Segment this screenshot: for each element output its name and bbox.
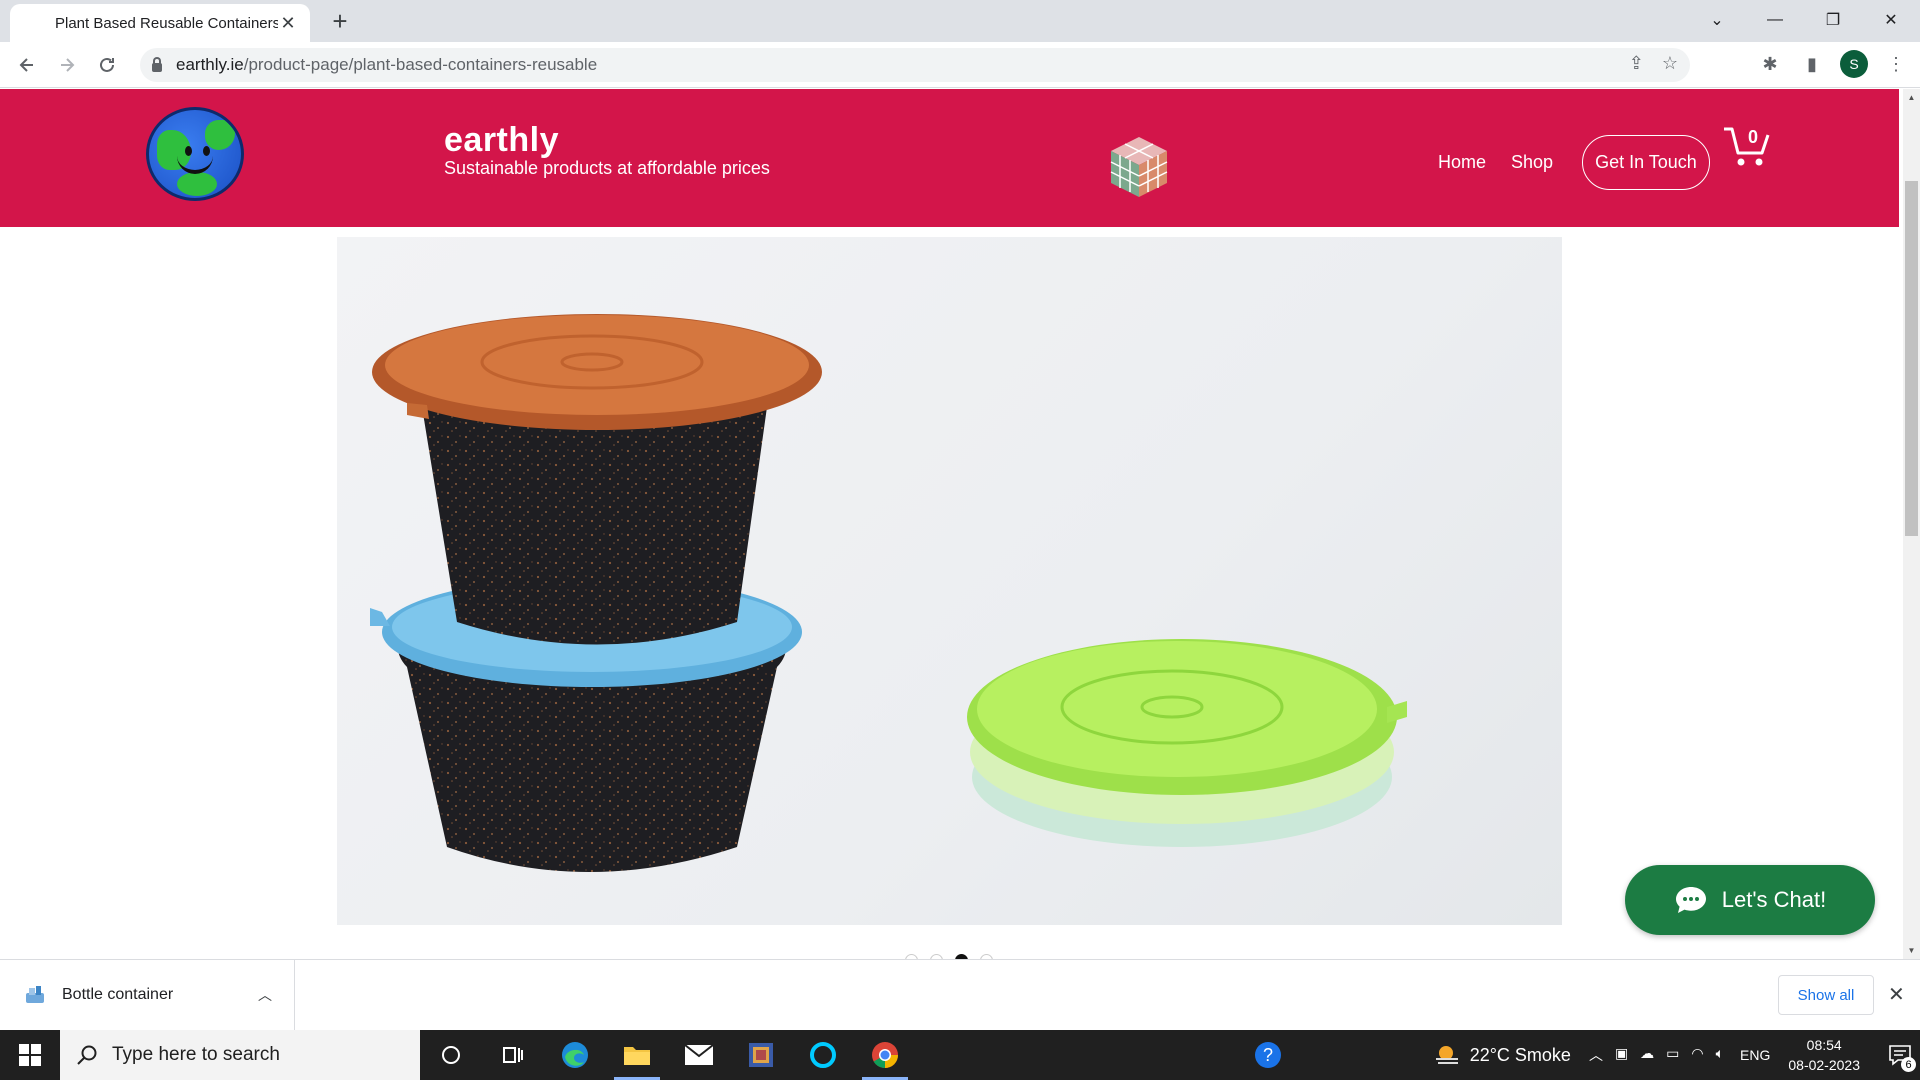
browser-toolbar: earthly.ie/product-page/plant-based-cont… — [0, 42, 1920, 88]
lets-chat-button[interactable]: Let's Chat! — [1625, 865, 1875, 935]
url-domain: earthly.ie — [176, 55, 244, 74]
tab-search-chevron-icon[interactable]: ⌄ — [1688, 0, 1746, 40]
help-icon[interactable]: ? — [1237, 1030, 1299, 1080]
side-panel-icon[interactable]: ▮ — [1798, 50, 1826, 78]
chat-bubble-icon — [1675, 887, 1706, 913]
clock-date: 08-02-2023 — [1788, 1057, 1860, 1073]
edge-icon[interactable] — [544, 1030, 606, 1080]
url-text: earthly.ie/product-page/plant-based-cont… — [176, 55, 597, 75]
earthly-logo[interactable] — [146, 107, 244, 201]
clock-time: 08:54 — [1806, 1037, 1842, 1053]
file-explorer-icon[interactable] — [606, 1030, 668, 1080]
rubiks-cube-icon — [1110, 137, 1168, 197]
brand-block: earthly Sustainable products at affordab… — [444, 121, 770, 179]
cart-button[interactable]: 0 — [1722, 123, 1772, 169]
back-button[interactable] — [12, 50, 42, 80]
task-view-icon[interactable] — [482, 1030, 544, 1080]
site-nav: Home Shop Get In Touch — [1438, 135, 1710, 190]
downloads-bar: Bottle container ︿ Show all ✕ — [0, 959, 1920, 1030]
tab-close-icon[interactable]: ✕ — [278, 13, 298, 34]
clock[interactable]: 08:54 08-02-2023 — [1788, 1035, 1860, 1075]
start-button[interactable] — [0, 1030, 60, 1080]
brand-tagline: Sustainable products at affordable price… — [444, 158, 770, 178]
scroll-up-arrow-icon[interactable]: ▲ — [1903, 89, 1920, 106]
get-in-touch-button[interactable]: Get In Touch — [1582, 135, 1710, 190]
restore-button[interactable]: ❐ — [1804, 0, 1862, 40]
minimize-button[interactable]: — — [1746, 0, 1804, 40]
chrome-icon[interactable] — [854, 1030, 916, 1080]
weather-widget[interactable]: 22°C Smoke — [1434, 1043, 1571, 1067]
forward-button[interactable] — [52, 50, 82, 80]
system-tray: 22°C Smoke ︿ ▣ ☁ ▭ ◠ 🔈︎ ENG 08:54 08-02-… — [1434, 1030, 1920, 1080]
chevron-up-icon[interactable]: ︿ — [258, 985, 272, 1005]
tab-title: Plant Based Reusable Containers — [55, 14, 278, 32]
share-icon[interactable]: ⇪ — [1629, 53, 1644, 74]
lock-icon — [152, 56, 162, 72]
meet-now-icon[interactable]: ▣ — [1615, 1045, 1628, 1065]
menu-kebab-icon[interactable]: ⋮ — [1882, 50, 1910, 78]
taskbar-search[interactable]: Type here to search — [60, 1030, 420, 1080]
onedrive-icon[interactable]: ☁ — [1640, 1045, 1654, 1065]
download-item[interactable]: Bottle container ︿ — [0, 960, 295, 1030]
cart-count: 0 — [1748, 127, 1759, 147]
nav-home[interactable]: Home — [1438, 152, 1486, 173]
page-viewport: earthly Sustainable products at affordab… — [0, 89, 1920, 959]
battery-icon[interactable]: ▭ — [1666, 1045, 1679, 1065]
search-placeholder: Type here to search — [112, 1044, 280, 1065]
windows-taskbar: Type here to search ? 22°C Smoke ︿ ▣ ☁ ▭ — [0, 1030, 1920, 1080]
close-downloads-icon[interactable]: ✕ — [1888, 982, 1905, 1007]
mail-icon[interactable] — [668, 1030, 730, 1080]
url-path: /product-page/plant-based-containers-reu… — [243, 55, 598, 74]
close-window-button[interactable]: ✕ — [1862, 0, 1920, 40]
cart-icon — [1724, 127, 1770, 166]
profile-avatar[interactable]: S — [1840, 50, 1868, 78]
photo-app-icon[interactable] — [730, 1030, 792, 1080]
notification-count: 6 — [1901, 1057, 1916, 1072]
browser-tab-active[interactable]: Plant Based Reusable Containers ✕ — [10, 4, 310, 42]
volume-icon[interactable]: 🔈︎ — [1716, 1045, 1724, 1065]
windows-logo-icon — [19, 1044, 41, 1066]
address-bar[interactable]: earthly.ie/product-page/plant-based-cont… — [140, 48, 1690, 82]
scroll-down-arrow-icon[interactable]: ▼ — [1903, 942, 1920, 959]
wifi-icon[interactable]: ◠ — [1691, 1045, 1703, 1065]
site-header: earthly Sustainable products at affordab… — [0, 89, 1899, 227]
page-scrollbar[interactable]: ▲ ▼ — [1903, 89, 1920, 959]
product-gallery-image[interactable] — [337, 237, 1562, 925]
extensions-icon[interactable]: ✱ — [1756, 50, 1784, 78]
window-controls: ⌄ — ❐ ✕ — [1688, 0, 1920, 40]
bookmark-star-icon[interactable]: ☆ — [1662, 53, 1678, 74]
product-photo — [370, 314, 1407, 872]
reload-button[interactable] — [92, 50, 122, 80]
cortana-icon[interactable] — [420, 1030, 482, 1080]
show-all-button[interactable]: Show all — [1778, 975, 1874, 1015]
show-hidden-icons-chevron-icon[interactable]: ︿ — [1589, 1045, 1603, 1065]
download-file-name: Bottle container — [62, 986, 174, 1003]
browser-tabstrip: Plant Based Reusable Containers ✕ + ⌄ — … — [0, 0, 1920, 42]
file-icon — [26, 986, 44, 1003]
weather-text: 22°C Smoke — [1469, 1044, 1571, 1065]
alexa-icon[interactable] — [792, 1030, 854, 1080]
svg-text:?: ? — [1263, 1045, 1273, 1065]
input-language[interactable]: ENG — [1740, 1047, 1770, 1063]
notification-center-button[interactable]: 6 — [1880, 1030, 1920, 1080]
search-icon — [77, 1045, 97, 1065]
new-tab-button[interactable]: + — [325, 6, 355, 37]
brand-name[interactable]: earthly — [444, 121, 770, 160]
scroll-thumb[interactable] — [1905, 181, 1918, 536]
nav-shop[interactable]: Shop — [1511, 152, 1553, 173]
weather-icon — [1435, 1046, 1458, 1064]
chat-label: Let's Chat! — [1721, 887, 1827, 912]
